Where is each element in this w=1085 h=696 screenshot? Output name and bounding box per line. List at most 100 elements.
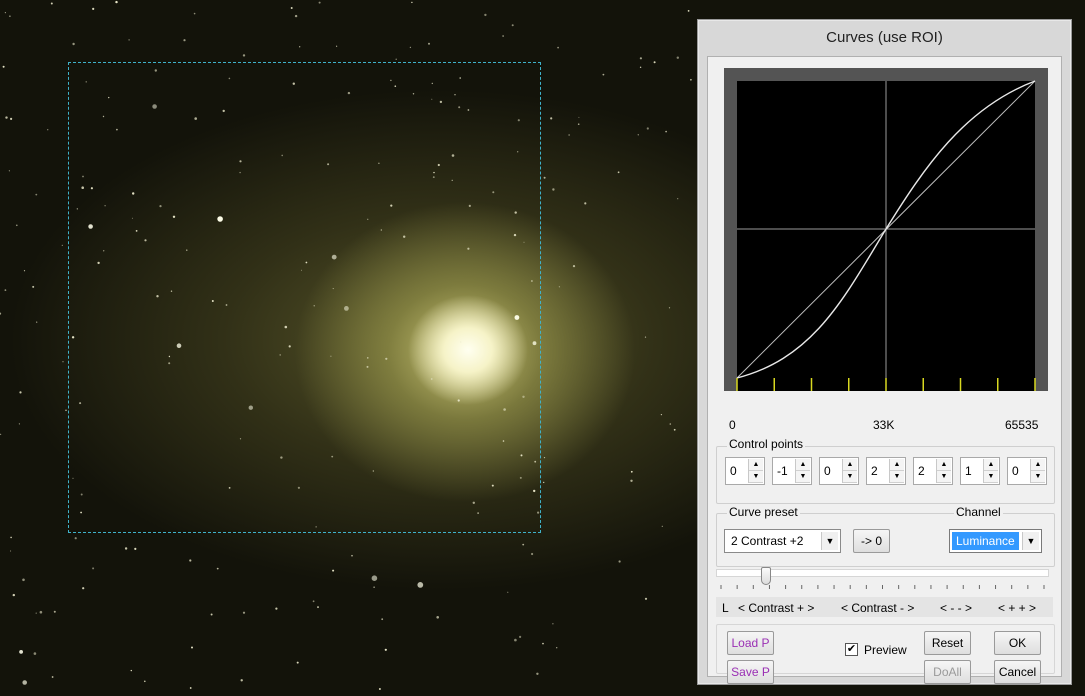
control-point-value[interactable]: 0 [1012, 464, 1019, 478]
roi-selection[interactable] [68, 62, 541, 533]
spin-down-icon[interactable]: ▼ [937, 471, 951, 483]
spin-down-icon[interactable]: ▼ [749, 471, 763, 483]
control-point-spinner[interactable]: 2 ▲ ▼ [913, 457, 953, 485]
star [371, 575, 378, 581]
star [661, 525, 663, 527]
star [62, 361, 64, 363]
spin-up-icon[interactable]: ▲ [796, 459, 810, 471]
chevron-down-icon[interactable]: ▼ [1022, 532, 1039, 550]
star [381, 618, 384, 621]
star [639, 66, 642, 69]
star [511, 24, 514, 27]
plus-plus-button[interactable]: < + + > [998, 601, 1036, 615]
channel-label: Channel [954, 505, 1003, 519]
star [92, 7, 95, 10]
star [556, 647, 558, 649]
star [0, 312, 2, 315]
control-point-spinner[interactable]: 0 ▲ ▼ [725, 457, 765, 485]
star [677, 198, 679, 200]
spinner-arrows[interactable]: ▲ ▼ [936, 459, 951, 483]
reset-button[interactable]: Reset [924, 631, 971, 655]
apply-preset-button[interactable]: -> 0 [853, 529, 890, 553]
chevron-down-icon[interactable]: ▼ [821, 532, 838, 550]
slider-thumb[interactable] [761, 567, 772, 585]
spin-down-icon[interactable]: ▼ [1031, 471, 1045, 483]
control-point-spinner[interactable]: 0 ▲ ▼ [1007, 457, 1047, 485]
star [0, 433, 2, 435]
spin-down-icon[interactable]: ▼ [843, 471, 857, 483]
dialog-title: Curves (use ROI) [826, 29, 943, 46]
spinner-arrows[interactable]: ▲ ▼ [795, 459, 810, 483]
spin-up-icon[interactable]: ▲ [937, 459, 951, 471]
control-point-value[interactable]: 1 [965, 464, 972, 478]
star [8, 170, 10, 172]
checkmark-icon: ✔ [846, 643, 857, 655]
control-point-spinner[interactable]: 1 ▲ ▼ [960, 457, 1000, 485]
control-point-spinner[interactable]: 2 ▲ ▼ [866, 457, 906, 485]
spin-up-icon[interactable]: ▲ [843, 459, 857, 471]
spin-up-icon[interactable]: ▲ [984, 459, 998, 471]
star [637, 134, 639, 136]
star [124, 547, 128, 550]
star [536, 672, 539, 675]
star [618, 560, 621, 563]
spinner-arrows[interactable]: ▲ ▼ [889, 459, 904, 483]
star [630, 470, 633, 473]
star [669, 423, 672, 425]
spin-down-icon[interactable]: ▼ [890, 471, 904, 483]
star [22, 680, 28, 685]
star [82, 587, 85, 590]
curve-editor[interactable] [724, 68, 1048, 391]
contrast-minus-button[interactable]: < Contrast - > [841, 601, 914, 615]
control-point-value[interactable]: 2 [918, 464, 925, 478]
preview-checkbox[interactable]: ✔ [845, 643, 858, 656]
contrast-slider[interactable] [716, 567, 1049, 595]
load-preset-button[interactable]: Load P [727, 631, 774, 655]
star [411, 1, 413, 4]
save-preset-button[interactable]: Save P [727, 660, 774, 684]
star [318, 1, 321, 4]
minus-minus-button[interactable]: < - - > [940, 601, 972, 615]
spin-up-icon[interactable]: ▲ [890, 459, 904, 471]
curve-preset-select[interactable]: 2 Contrast +2 ▼ [724, 529, 841, 553]
star [507, 591, 509, 593]
star [15, 224, 18, 227]
star [19, 650, 23, 654]
doall-button[interactable]: DoAll [924, 660, 971, 684]
spin-down-icon[interactable]: ▼ [796, 471, 810, 483]
curves-dialog: Curves (use ROI) 0 33K 65535 Control poi… [697, 19, 1072, 685]
spinner-arrows[interactable]: ▲ ▼ [842, 459, 857, 483]
star [428, 42, 430, 45]
control-point-spinner[interactable]: -1 ▲ ▼ [772, 457, 812, 485]
cancel-button[interactable]: Cancel [994, 660, 1041, 684]
star [550, 117, 553, 120]
star [543, 481, 545, 484]
spinner-arrows[interactable]: ▲ ▼ [983, 459, 998, 483]
star [336, 45, 338, 47]
star [144, 680, 146, 683]
control-point-value[interactable]: -1 [777, 464, 788, 478]
star [542, 642, 544, 645]
spin-up-icon[interactable]: ▲ [1031, 459, 1045, 471]
ok-button[interactable]: OK [994, 631, 1041, 655]
contrast-plus-button[interactable]: < Contrast + > [738, 601, 814, 615]
channel-value: Luminance [952, 532, 1019, 550]
star [602, 73, 605, 76]
star [543, 457, 546, 459]
control-point-value[interactable]: 2 [871, 464, 878, 478]
control-point-value[interactable]: 0 [730, 464, 737, 478]
spinner-arrows[interactable]: ▲ ▼ [1030, 459, 1045, 483]
star [50, 2, 53, 5]
spin-up-icon[interactable]: ▲ [749, 459, 763, 471]
control-point-spinner[interactable]: 0 ▲ ▼ [819, 457, 859, 485]
spinner-arrows[interactable]: ▲ ▼ [748, 459, 763, 483]
channel-select[interactable]: Luminance ▼ [949, 529, 1042, 553]
star [2, 65, 5, 68]
spin-down-icon[interactable]: ▼ [984, 471, 998, 483]
star [578, 116, 580, 118]
star [299, 46, 301, 48]
star [668, 307, 671, 309]
curve-graph[interactable] [724, 68, 1048, 391]
control-point-value[interactable]: 0 [824, 464, 831, 478]
star [9, 15, 11, 17]
